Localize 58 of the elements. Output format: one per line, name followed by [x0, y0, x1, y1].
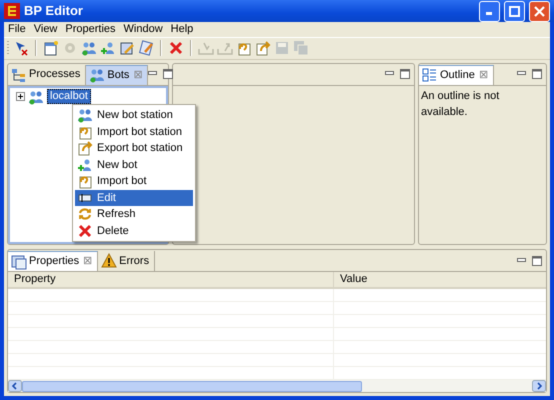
- document-icon[interactable]: [43, 40, 59, 56]
- close-icon: [534, 6, 545, 16]
- properties-icon: [11, 254, 27, 270]
- panel-tab[interactable]: Errors: [98, 251, 156, 271]
- minimize-button[interactable]: [148, 69, 158, 78]
- outline-message: An outline is not available.: [421, 90, 500, 118]
- maximize-button[interactable]: [532, 256, 542, 266]
- menu-item[interactable]: Refresh: [75, 206, 193, 222]
- menu-item[interactable]: New bot: [75, 156, 193, 173]
- close-button[interactable]: [529, 0, 550, 22]
- people-icon: [89, 67, 106, 84]
- maximize-button[interactable]: [532, 69, 542, 80]
- minimize-button[interactable]: [517, 256, 526, 264]
- close-button[interactable]: ⊠: [478, 66, 488, 84]
- warning-icon: [101, 253, 118, 269]
- maximize-button[interactable]: [163, 69, 174, 80]
- pencil-document-icon[interactable]: [119, 40, 135, 56]
- pencil-document-icon[interactable]: [138, 40, 154, 56]
- delete-icon[interactable]: [168, 40, 184, 56]
- menu-item[interactable]: Import bot: [75, 173, 193, 190]
- menu-item[interactable]: Window: [120, 21, 167, 38]
- people-icon[interactable]: [81, 40, 97, 56]
- menu-item[interactable]: File: [4, 21, 30, 38]
- scrollbar-thumb[interactable]: [22, 380, 362, 392]
- minimize-button[interactable]: [479, 0, 500, 22]
- refresh-icon: [77, 206, 93, 222]
- column-header[interactable]: Value: [334, 271, 374, 288]
- people-icon: [77, 156, 93, 173]
- people-icon[interactable]: [100, 40, 116, 56]
- menu-item[interactable]: Export bot station: [75, 140, 193, 156]
- export-icon[interactable]: [255, 40, 271, 56]
- app-icon: [4, 3, 20, 19]
- menu-item[interactable]: Edit: [75, 190, 193, 206]
- maximize-button[interactable]: [400, 69, 410, 80]
- menu-item[interactable]: New bot station: [75, 107, 193, 124]
- people-icon: [77, 107, 93, 124]
- close-button[interactable]: ⊠: [83, 253, 92, 270]
- people-icon: [28, 88, 44, 105]
- tree-item[interactable]: localbot: [47, 89, 91, 104]
- expand-toggle[interactable]: [16, 92, 25, 102]
- cursor-icon[interactable]: [13, 40, 29, 56]
- export-icon: [77, 140, 93, 156]
- menu-item[interactable]: Properties: [61, 21, 120, 38]
- menu-item[interactable]: Help: [166, 21, 198, 38]
- scroll-right-button[interactable]: [532, 380, 546, 392]
- window-title: BP Editor: [24, 2, 84, 20]
- scroll-left-button[interactable]: [8, 380, 22, 392]
- column-header[interactable]: Property: [8, 271, 334, 288]
- panel-tab[interactable]: Properties ⊠: [8, 251, 98, 271]
- maximize-icon: [509, 6, 520, 16]
- hierarchy-icon: [11, 66, 27, 83]
- menu-item[interactable]: Import bot station: [75, 124, 193, 140]
- outline-icon: [422, 67, 438, 84]
- panel-tab[interactable]: Bots ⊠: [86, 64, 148, 85]
- menu-item[interactable]: View: [30, 21, 62, 38]
- panel-tab[interactable]: Outline ⊠: [419, 64, 494, 85]
- menu-item[interactable]: Delete: [75, 222, 193, 239]
- delete-icon: [77, 222, 93, 239]
